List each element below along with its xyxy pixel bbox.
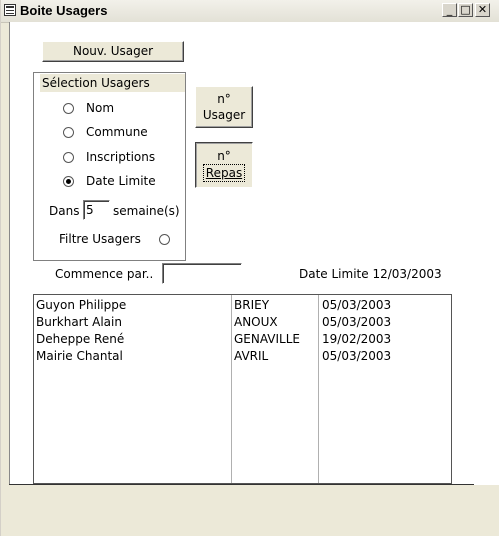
- user-name: Guyon Philippe: [36, 298, 127, 312]
- radio-date-limite-indicator[interactable]: [63, 175, 74, 187]
- radio-commune-indicator[interactable]: [63, 126, 74, 138]
- list-item[interactable]: Guyon Philippe BRIEY 05/03/2003: [34, 297, 451, 313]
- filtre-usagers-label: Filtre Usagers: [59, 232, 141, 246]
- title-bar: Boite Usagers _ □ ✕: [1, 0, 499, 23]
- starts-with-label: Commence par..: [55, 267, 154, 281]
- user-commune: AVRIL: [234, 349, 269, 363]
- user-date: 05/03/2003: [322, 315, 392, 329]
- radio-commune[interactable]: Commune: [63, 124, 148, 140]
- user-number-line1: n°: [217, 92, 231, 106]
- form-icon: [4, 4, 16, 16]
- app-window: Boite Usagers _ □ ✕ Nouv. Usager Sélecti…: [0, 0, 499, 536]
- user-date: 05/03/2003: [322, 349, 392, 363]
- user-date: 05/03/2003: [322, 298, 392, 312]
- users-list[interactable]: Guyon Philippe BRIEY 05/03/2003 Burkhart…: [33, 294, 452, 484]
- weeks-unit-label: semaine(s): [113, 204, 180, 218]
- meal-number-line2: Repas: [202, 164, 246, 182]
- user-date: 19/02/2003: [322, 332, 392, 346]
- new-user-button-label: Nouv. Usager: [72, 44, 154, 58]
- dans-label: Dans: [49, 204, 80, 218]
- minimize-button[interactable]: _: [442, 3, 457, 17]
- user-name: Burkhart Alain: [36, 315, 122, 329]
- radio-commune-label: Commune: [86, 125, 148, 139]
- user-name: Deheppe René: [36, 332, 125, 346]
- list-item[interactable]: Burkhart Alain ANOUX 05/03/2003: [34, 314, 451, 330]
- new-user-button[interactable]: Nouv. Usager: [42, 41, 184, 62]
- radio-nom[interactable]: Nom: [63, 100, 114, 116]
- radio-inscriptions-label: Inscriptions: [86, 150, 156, 164]
- user-number-button[interactable]: n° Usager: [195, 86, 253, 128]
- user-number-line2: Usager: [202, 108, 246, 122]
- user-commune: GENAVILLE: [234, 332, 300, 346]
- meal-number-button[interactable]: n° Repas: [195, 142, 253, 188]
- radio-date-limite[interactable]: Date Limite: [63, 173, 156, 189]
- meal-number-line1: n°: [217, 149, 231, 163]
- list-item[interactable]: Deheppe René GENAVILLE 19/02/2003: [34, 331, 451, 347]
- user-commune: ANOUX: [234, 315, 278, 329]
- selection-group-title: Sélection Usagers: [40, 74, 185, 92]
- radio-nom-label: Nom: [86, 101, 115, 115]
- user-commune: BRIEY: [234, 298, 270, 312]
- weeks-input[interactable]: 5: [83, 200, 110, 220]
- list-item[interactable]: Mairie Chantal AVRIL 05/03/2003: [34, 348, 451, 364]
- radio-date-limite-label: Date Limite: [86, 174, 156, 188]
- user-name: Mairie Chantal: [36, 349, 123, 363]
- window-title: Boite Usagers: [20, 3, 108, 18]
- radio-nom-indicator[interactable]: [63, 102, 74, 114]
- starts-with-input[interactable]: [162, 263, 242, 284]
- date-limit-text: Date Limite 12/03/2003: [299, 267, 442, 281]
- radio-inscriptions[interactable]: Inscriptions: [63, 149, 155, 165]
- close-button[interactable]: ✕: [475, 3, 490, 17]
- filtre-usagers-radio[interactable]: [159, 234, 170, 245]
- maximize-button[interactable]: □: [458, 3, 473, 17]
- form-footer: [9, 485, 499, 536]
- radio-inscriptions-indicator[interactable]: [63, 151, 74, 163]
